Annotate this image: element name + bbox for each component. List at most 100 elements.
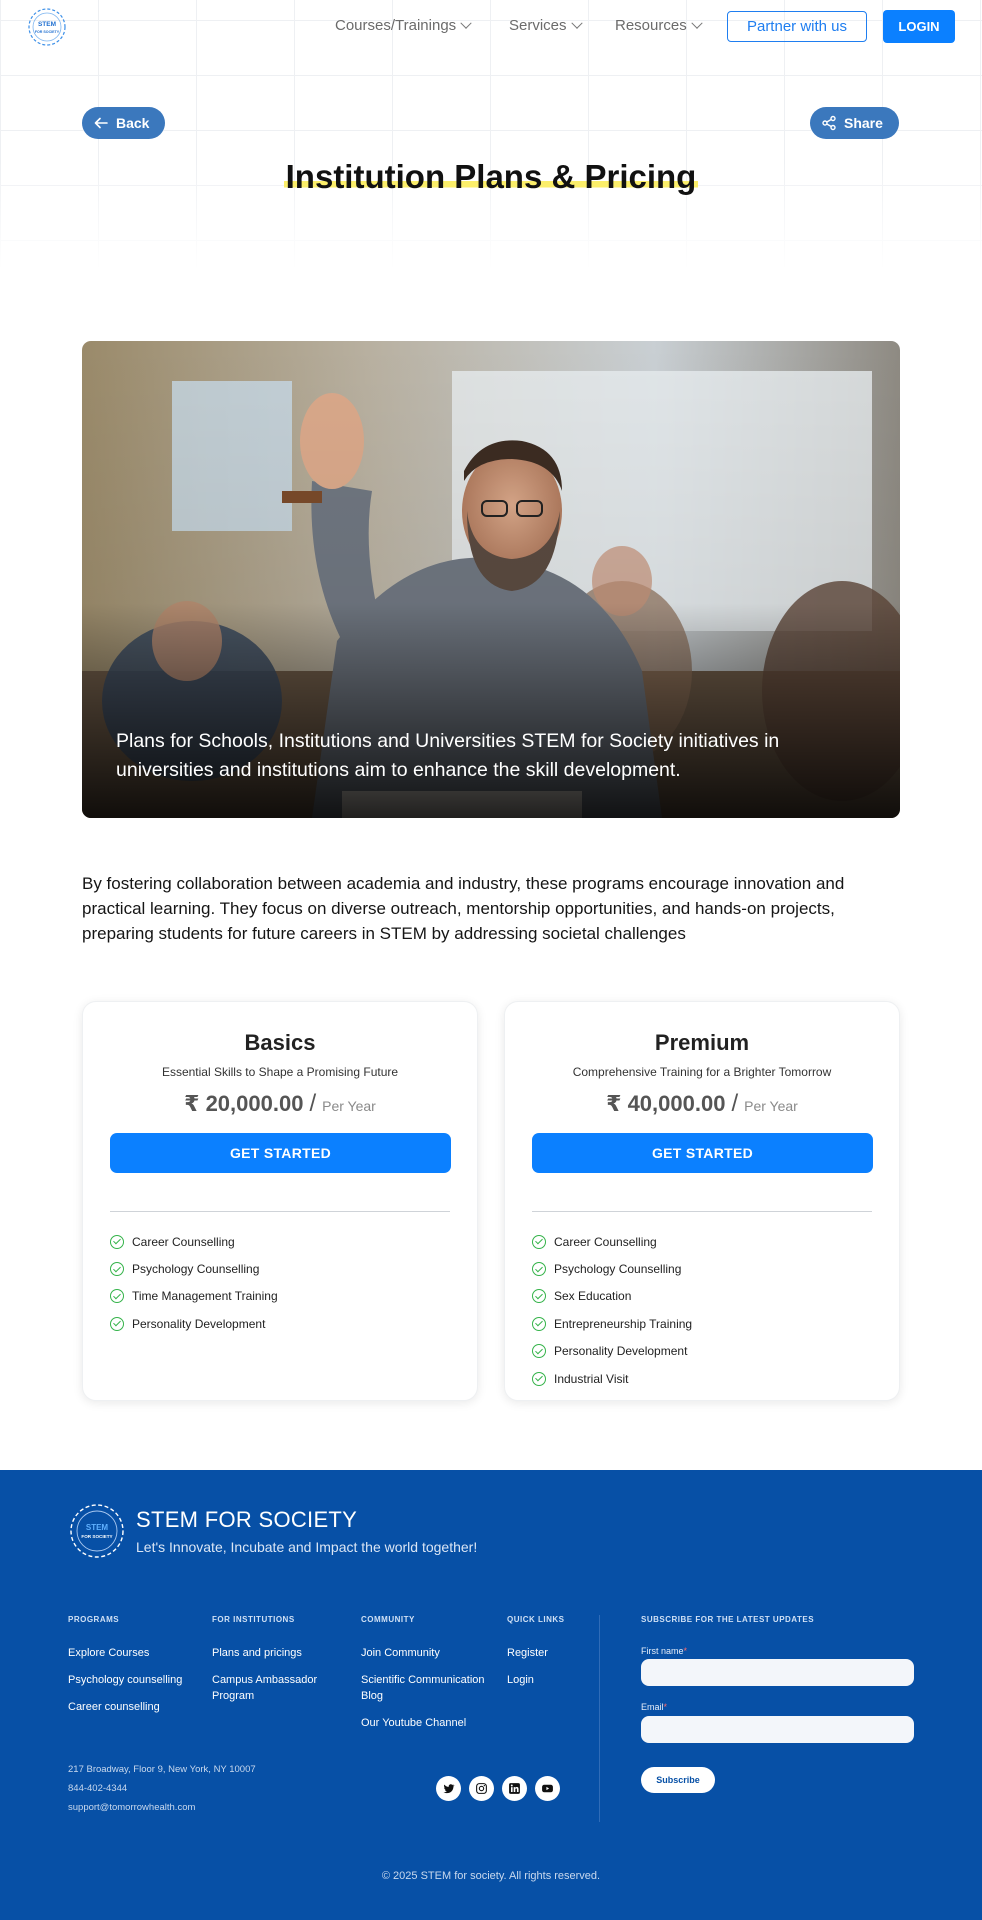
youtube-icon[interactable] [535,1776,560,1801]
share-label: Share [844,115,883,131]
first-name-input[interactable] [641,1659,914,1686]
chevron-down-icon [460,17,472,29]
footer-link-youtube-channel[interactable]: Our Youtube Channel [361,1715,486,1731]
plan-price-amount: ₹ 20,000.00 [184,1091,304,1116]
feature-label: Personality Development [554,1344,688,1359]
stem-logo[interactable]: STEM FOR SOCIETY [26,6,68,48]
copyright: © 2025 STEM for society. All rights rese… [381,1870,601,1882]
feature-label: Entrepreneurship Training [554,1316,693,1331]
footer-link-explore-courses[interactable]: Explore Courses [68,1645,198,1661]
footer-link-plans-pricings[interactable]: Plans and pricings [212,1645,337,1661]
divider [532,1211,872,1212]
required-mark: * [683,1646,688,1656]
banner-caption: Plans for Schools, Institutions and Univ… [116,730,780,781]
subscribe-button[interactable]: Subscribe [641,1767,715,1793]
feature-item: Career Counselling [110,1228,278,1255]
twitter-icon[interactable] [436,1776,461,1801]
feature-label: Career Counselling [554,1234,657,1249]
check-circle-icon [110,1316,124,1331]
plan-subtitle: Comprehensive Training for a Brighter To… [572,1065,832,1079]
svg-text:FOR SOCIETY: FOR SOCIETY [81,1534,112,1539]
nav-services-label: Services [509,17,567,34]
check-circle-icon [532,1262,546,1277]
get-started-button[interactable]: GET STARTED [110,1133,451,1173]
feature-list: Career Counselling Psychology Counsellin… [532,1228,692,1392]
check-circle-icon [532,1289,546,1304]
plan-card-basics: Basics Essential Skills to Shape a Promi… [82,1001,478,1401]
check-circle-icon [532,1234,546,1249]
feature-label: Psychology Counselling [554,1262,682,1277]
footer-link-campus-ambassador[interactable]: Campus Ambassador Program [212,1672,337,1704]
get-started-button[interactable]: GET STARTED [532,1133,873,1173]
feature-item: Personality Development [532,1338,692,1365]
plan-price: ₹ 40,000.00/ Per Year [505,1090,899,1118]
linkedin-icon[interactable] [502,1776,527,1801]
footer-col-heading: FOR INSTITUTIONS [212,1615,295,1624]
feature-label: Career Counselling [132,1234,235,1249]
footer-logo[interactable]: STEM FOR SOCIETY [68,1502,126,1560]
partner-button[interactable]: Partner with us [727,11,867,42]
footer-link-scientific-blog[interactable]: Scientific Communication Blog [361,1672,486,1704]
footer-subscribe: SUBSCRIBE FOR THE LATEST UPDATES [641,1615,921,1645]
plan-price-amount: ₹ 40,000.00 [606,1091,726,1116]
share-icon [822,115,836,131]
email-input[interactable] [641,1716,914,1743]
check-circle-icon [110,1262,124,1277]
footer-col-heading: COMMUNITY [361,1615,415,1624]
footer-col-institutions: FOR INSTITUTIONS Plans and pricings Camp… [212,1615,337,1715]
nav-courses-label: Courses/Trainings [335,17,457,34]
feature-item: Industrial Visit [532,1365,692,1392]
subscribe-heading: SUBSCRIBE FOR THE LATEST UPDATES [641,1615,815,1624]
chevron-down-icon [570,17,583,29]
plan-card-premium: Premium Comprehensive Training for a Bri… [504,1001,900,1401]
footer-col-programs: PROGRAMS Explore Courses Psychology coun… [68,1615,198,1726]
svg-text:STEM: STEM [86,1523,109,1532]
required-mark: * [663,1702,668,1712]
first-name-label-text: First name [641,1646,684,1656]
price-slash: / [731,1090,739,1117]
share-button[interactable]: Share [810,107,899,139]
footer-link-register[interactable]: Register [507,1645,587,1661]
feature-item: Personality Development [110,1310,278,1337]
login-button[interactable]: LOGIN [883,10,955,43]
intro-paragraph: By fostering collaboration between acade… [82,874,845,943]
hero-banner: Plans for Schools, Institutions and Univ… [82,341,900,818]
instagram-icon[interactable] [469,1776,494,1801]
plan-price-period: Per Year [744,1098,798,1114]
feature-item: Entrepreneurship Training [532,1310,692,1337]
footer-brand: STEM FOR SOCIETY [136,1507,358,1532]
footer-col-heading: QUICK LINKS [507,1615,565,1624]
footer-link-login[interactable]: Login [507,1672,587,1688]
footer-link-career-counselling[interactable]: Career counselling [68,1699,198,1715]
footer-email[interactable]: support@tomorrowhealth.com [68,1802,195,1813]
top-navbar: STEM FOR SOCIETY Courses/Trainings Servi… [0,0,982,52]
nav-courses-trainings[interactable]: Courses/Trainings [335,17,472,34]
nav-resources-label: Resources [615,17,687,34]
feature-item: Time Management Training [110,1283,278,1310]
email-label-text: Email [641,1702,664,1712]
chevron-down-icon [691,17,703,29]
plan-name: Basics [244,1030,316,1055]
feature-item: Psychology Counselling [110,1255,278,1282]
arrow-left-icon [94,117,108,129]
footer-col-heading: PROGRAMS [68,1615,120,1624]
nav-services[interactable]: Services [509,17,583,34]
plan-subtitle: Essential Skills to Shape a Promising Fu… [161,1065,399,1079]
footer-tagline: Let's Innovate, Incubate and Impact the … [136,1539,478,1555]
footer-address: 217 Broadway, Floor 9, New York, NY 1000… [68,1764,256,1775]
divider [110,1211,450,1212]
footer-link-psychology-counselling[interactable]: Psychology counselling [68,1672,198,1688]
nav-resources[interactable]: Resources [615,17,703,34]
plan-price: ₹ 20,000.00/ Per Year [83,1090,477,1118]
footer-divider [599,1615,600,1822]
first-name-label: First name* [641,1646,687,1656]
back-button[interactable]: Back [82,107,166,139]
back-label: Back [116,115,150,131]
feature-item: Sex Education [532,1283,692,1310]
site-footer: STEM FOR SOCIETY STEM FOR SOCIETY Let's … [0,1470,982,1920]
footer-link-join-community[interactable]: Join Community [361,1645,486,1661]
svg-text:FOR SOCIETY: FOR SOCIETY [35,30,60,34]
email-label: Email* [641,1702,667,1712]
check-circle-icon [532,1344,546,1359]
footer-phone[interactable]: 844-402-4344 [68,1783,127,1794]
